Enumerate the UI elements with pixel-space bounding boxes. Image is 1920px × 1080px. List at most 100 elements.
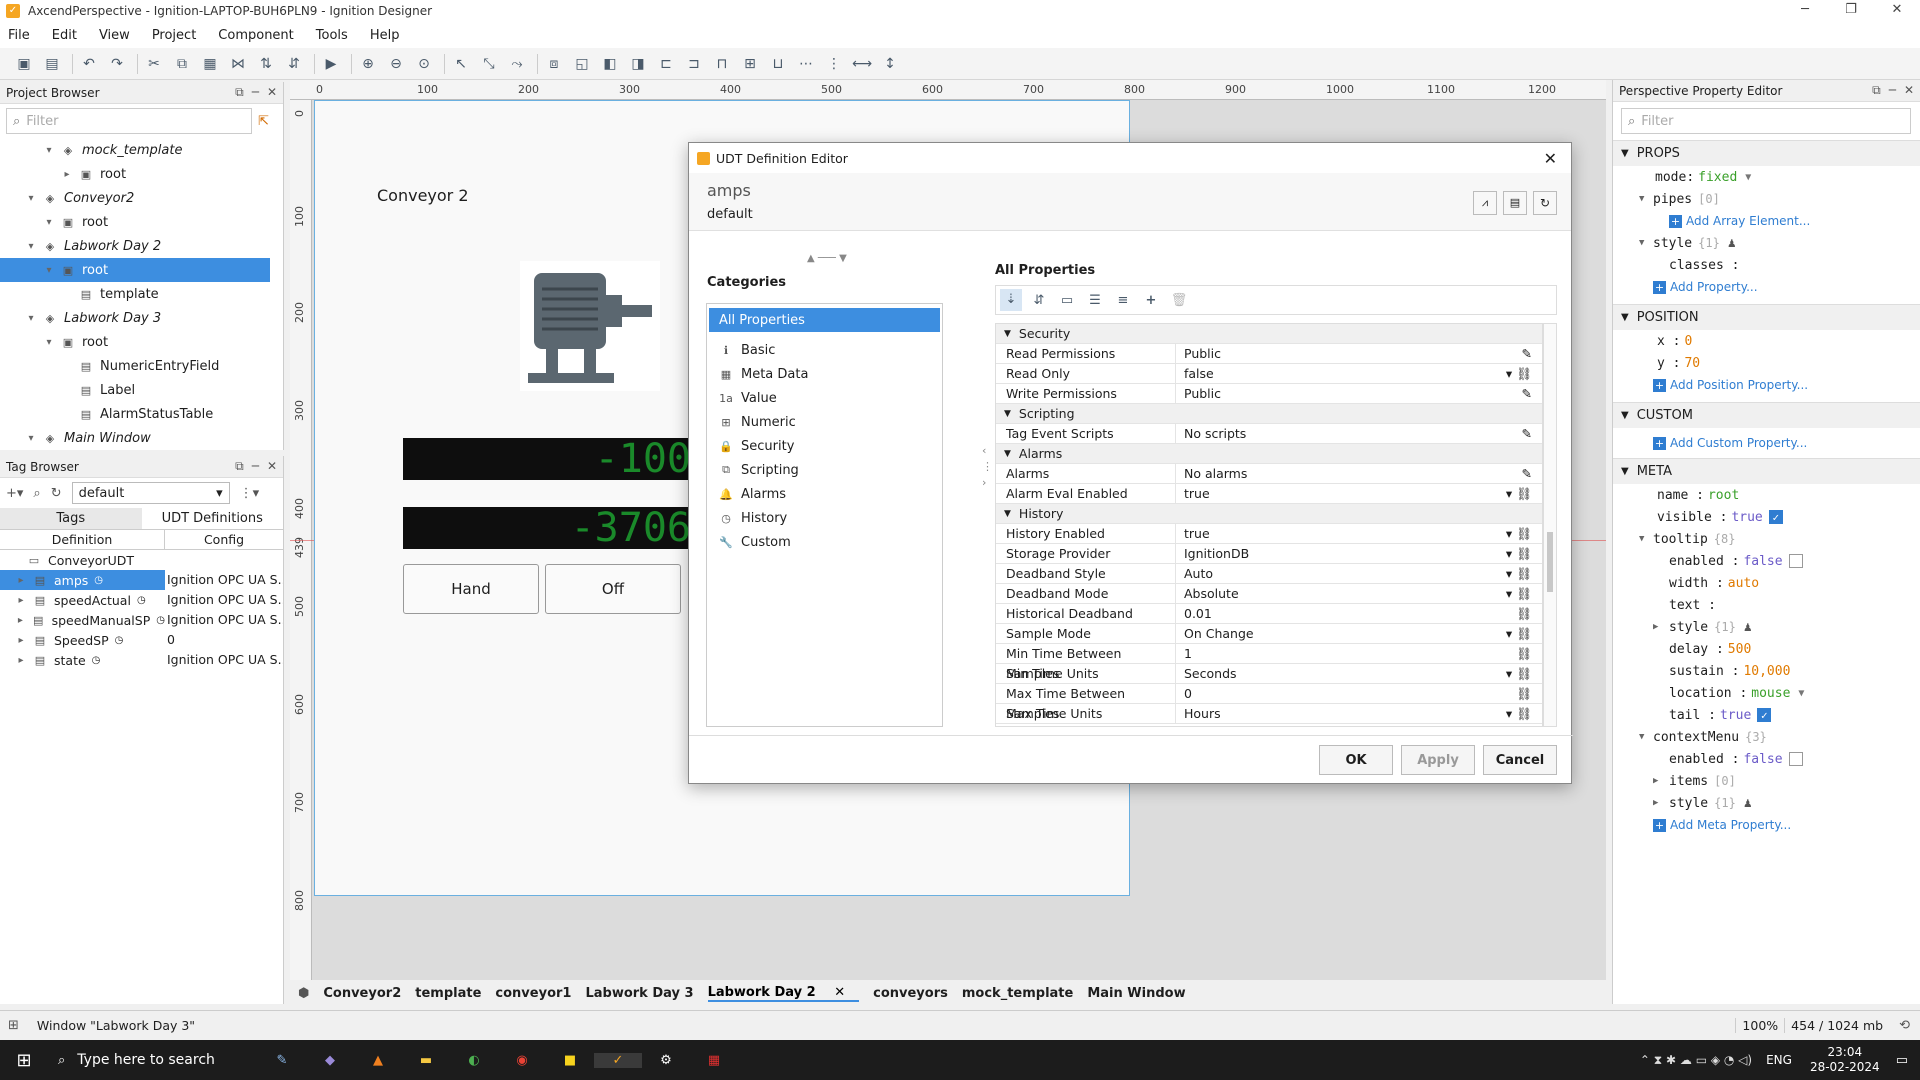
expand-arrow-icon[interactable]: ▸ <box>14 635 28 646</box>
menu-help[interactable]: Help <box>370 28 400 43</box>
vlc-icon[interactable]: ▲ <box>354 1053 402 1068</box>
zoom-out-icon[interactable]: ⊖ <box>384 52 408 76</box>
project-tree-item[interactable]: ▤ Label <box>0 378 270 402</box>
save-all-icon[interactable]: ▤ <box>40 52 64 76</box>
udt-tree-row[interactable]: ▸ ▤ speedActual ◷ Ignition OPC UA S... <box>0 590 283 610</box>
prop-tooltip[interactable]: ▼ tooltip {8} <box>1613 528 1920 550</box>
tab-udt-definitions[interactable]: UDT Definitions <box>141 508 283 529</box>
edit-icon[interactable]: ✎ <box>1522 464 1532 483</box>
dialog-close-icon[interactable]: ✕ <box>1544 149 1557 168</box>
prop-style[interactable]: ▼ style {1} ♟ <box>1613 232 1920 254</box>
ok-button[interactable]: OK <box>1319 745 1393 775</box>
expand-arrow-icon[interactable]: ▾ <box>24 313 38 324</box>
collapse-handle[interactable]: ▲ ─── ▼ <box>807 253 847 264</box>
expand-arrow-icon[interactable]: ▾ <box>42 217 56 228</box>
project-tree-item[interactable]: ▤ template <box>0 282 270 306</box>
tab-mock-template[interactable]: mock_template <box>962 986 1073 1001</box>
app-icon-3[interactable]: ◐ <box>450 1053 498 1068</box>
prop-tooltip-text[interactable]: text : <box>1613 594 1920 616</box>
style-icon[interactable]: ♟ <box>1744 796 1752 811</box>
view-icon[interactable]: ▭ <box>1056 293 1078 308</box>
expand-arrow-icon[interactable]: ▾ <box>42 337 56 348</box>
category-item[interactable]: 🔔 Alarms <box>709 482 940 506</box>
col-config[interactable]: Config <box>165 530 283 549</box>
add-array-element-link[interactable]: + Add Array Element... <box>1613 210 1920 232</box>
chevron-down-icon[interactable]: ▼ <box>1798 688 1804 699</box>
clock[interactable]: 23:04 28-02-2024 <box>1810 1045 1880 1075</box>
property-row[interactable]: Read Only false ▾ ⛓ <box>996 364 1542 384</box>
udt-tree-row[interactable]: ▸ ▤ SpeedSP ◷ 0 <box>0 630 283 650</box>
float-icon[interactable]: ⧉ <box>235 85 244 100</box>
binding-dropdown-icon[interactable]: ▾ ⛓ <box>1506 564 1532 583</box>
udt-tree-row[interactable]: ▸ ▤ speedManualSP ◷ Ignition OPC UA S... <box>0 610 283 630</box>
prop-pipes[interactable]: ▼ pipes [0] <box>1613 188 1920 210</box>
app-icon-2[interactable]: ◆ <box>306 1053 354 1068</box>
search-icon[interactable]: ⌕ <box>33 486 40 501</box>
distribute-v-icon[interactable]: ⋮ <box>822 52 846 76</box>
binding-dropdown-icon[interactable]: ▾ ⛓ <box>1506 584 1532 603</box>
style-icon[interactable]: ♟ <box>1744 620 1752 635</box>
property-section[interactable]: ▼ History <box>996 504 1542 524</box>
tab-conveyor2[interactable]: Conveyor2 <box>323 986 401 1001</box>
tool-icon[interactable]: ⋈ <box>226 52 250 76</box>
distribute-icon[interactable]: ⋯ <box>794 52 818 76</box>
size-icon[interactable]: ⟷ <box>850 52 874 76</box>
json-icon[interactable]: ▤ <box>1503 191 1527 215</box>
category-item[interactable]: ◷ History <box>709 506 940 530</box>
paste-icon[interactable]: ▦ <box>198 52 222 76</box>
settings-icon[interactable]: ⚙ <box>642 1053 690 1068</box>
property-value[interactable]: 1 <box>1184 644 1192 663</box>
align-bottom-icon[interactable]: ⊔ <box>766 52 790 76</box>
tab-conveyors[interactable]: conveyors <box>873 986 948 1001</box>
expand-arrow-icon[interactable]: ▾ <box>24 433 38 444</box>
close-tab-icon[interactable]: ✕ <box>834 985 845 1000</box>
udt-tree-row[interactable]: ▸ ▤ amps ◷ Ignition OPC UA S... <box>0 570 283 590</box>
prop-context-menu[interactable]: ▼ contextMenu {3} <box>1613 726 1920 748</box>
back-icon[interactable]: ◨ <box>626 52 650 76</box>
tab-template[interactable]: template <box>415 986 481 1001</box>
sort-categorized-icon[interactable]: ⇣ <box>1000 289 1022 311</box>
chart-icon[interactable]: ⩘ <box>1473 191 1497 215</box>
expand-arrow-icon[interactable]: ▾ <box>42 265 56 276</box>
section-position[interactable]: ▼ POSITION <box>1613 304 1920 330</box>
front-icon[interactable]: ◧ <box>598 52 622 76</box>
section-props[interactable]: ▼ PROPS <box>1613 140 1920 166</box>
maximize-icon[interactable]: ❐ <box>1828 0 1874 22</box>
menu-component[interactable]: Component <box>218 28 293 43</box>
minimize-panel-icon[interactable]: ─ <box>1889 83 1896 98</box>
prop-classes[interactable]: classes : <box>1613 254 1920 276</box>
col-definition[interactable]: Definition <box>0 530 165 549</box>
property-row[interactable]: Alarms No alarms ✎ <box>996 464 1542 484</box>
property-value[interactable]: true <box>1184 484 1210 503</box>
property-value[interactable]: No alarms <box>1184 464 1247 483</box>
property-value[interactable]: Public <box>1184 344 1221 363</box>
project-filter-input[interactable]: ⌕ Filter <box>6 108 252 134</box>
prop-tooltip-delay[interactable]: delay :500 <box>1613 638 1920 660</box>
property-value[interactable]: Auto <box>1184 564 1213 583</box>
property-section[interactable]: ▼ Scripting <box>996 404 1542 424</box>
property-value[interactable]: false <box>1184 364 1214 383</box>
prop-cm-enabled[interactable]: enabled : false <box>1613 748 1920 770</box>
tooltip-tail-checkbox[interactable]: ✓ <box>1757 708 1772 722</box>
project-tree-item[interactable]: ▾ ▣ root <box>0 210 270 234</box>
expand-all-icon[interactable]: ☰ <box>1084 293 1106 308</box>
float-icon[interactable]: ⧉ <box>235 459 244 474</box>
property-value[interactable]: 0 <box>1184 684 1192 703</box>
chevron-down-icon[interactable]: ▼ <box>1745 172 1751 183</box>
expand-arrow-icon[interactable]: ▸ <box>14 655 28 666</box>
prop-tooltip-tail[interactable]: tail : true ✓ <box>1613 704 1920 726</box>
category-item[interactable]: 1a Value <box>709 386 940 410</box>
taskbar-search[interactable]: ⌕ Type here to search <box>48 1040 258 1080</box>
provider-select[interactable]: default ▾ <box>71 482 230 504</box>
undo-icon[interactable]: ↶ <box>77 52 101 76</box>
refresh-icon[interactable]: ↻ <box>51 486 62 501</box>
app-icon-1[interactable]: ✎ <box>258 1053 306 1068</box>
redo-icon[interactable]: ↷ <box>105 52 129 76</box>
tab-labwork-day-2[interactable]: Labwork Day 2 ✕ <box>707 985 860 1002</box>
udt-tree-row[interactable]: ▭ ConveyorUDT <box>0 550 283 570</box>
edit-icon[interactable]: ✎ <box>1522 344 1532 363</box>
close-panel-icon[interactable]: ✕ <box>1904 83 1914 98</box>
property-row[interactable]: Historical Deadband 0.01 ⛓ <box>996 604 1542 624</box>
property-row[interactable]: Deadband Mode Absolute ▾ ⛓ <box>996 584 1542 604</box>
property-value[interactable]: No scripts <box>1184 424 1246 443</box>
